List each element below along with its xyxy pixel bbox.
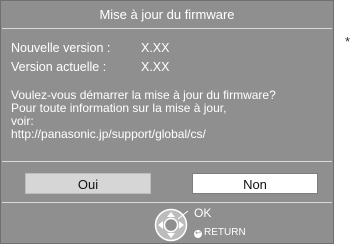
message-line: Pour toute information sur la mise à jou… bbox=[11, 101, 227, 115]
current-version-label: Version actuelle : bbox=[11, 60, 107, 74]
firmware-update-dialog: Mise à jour du firmware Nouvelle version… bbox=[0, 0, 334, 244]
no-button[interactable]: Non bbox=[192, 173, 318, 194]
return-icon: ↩ bbox=[194, 230, 202, 238]
new-version-value: X.XX bbox=[141, 41, 170, 55]
dialog-title: Mise à jour du firmware bbox=[99, 7, 235, 22]
hints-divider bbox=[2, 202, 332, 203]
buttons-divider bbox=[2, 161, 332, 162]
title-divider bbox=[2, 28, 332, 29]
dpad-icon bbox=[154, 208, 188, 242]
return-hint: ↩ RETURN bbox=[194, 227, 246, 238]
footnote-marker: * bbox=[345, 34, 351, 49]
return-label: RETURN bbox=[204, 227, 246, 238]
yes-button[interactable]: Oui bbox=[25, 173, 151, 194]
new-version-label: Nouvelle version : bbox=[11, 41, 111, 55]
update-message: Voulez-vous démarrer la mise à jour du f… bbox=[11, 89, 329, 141]
support-url: http://panasonic.jp/support/global/cs/ bbox=[11, 127, 206, 141]
ok-hint: OK bbox=[194, 206, 212, 220]
current-version-value: X.XX bbox=[141, 60, 170, 74]
